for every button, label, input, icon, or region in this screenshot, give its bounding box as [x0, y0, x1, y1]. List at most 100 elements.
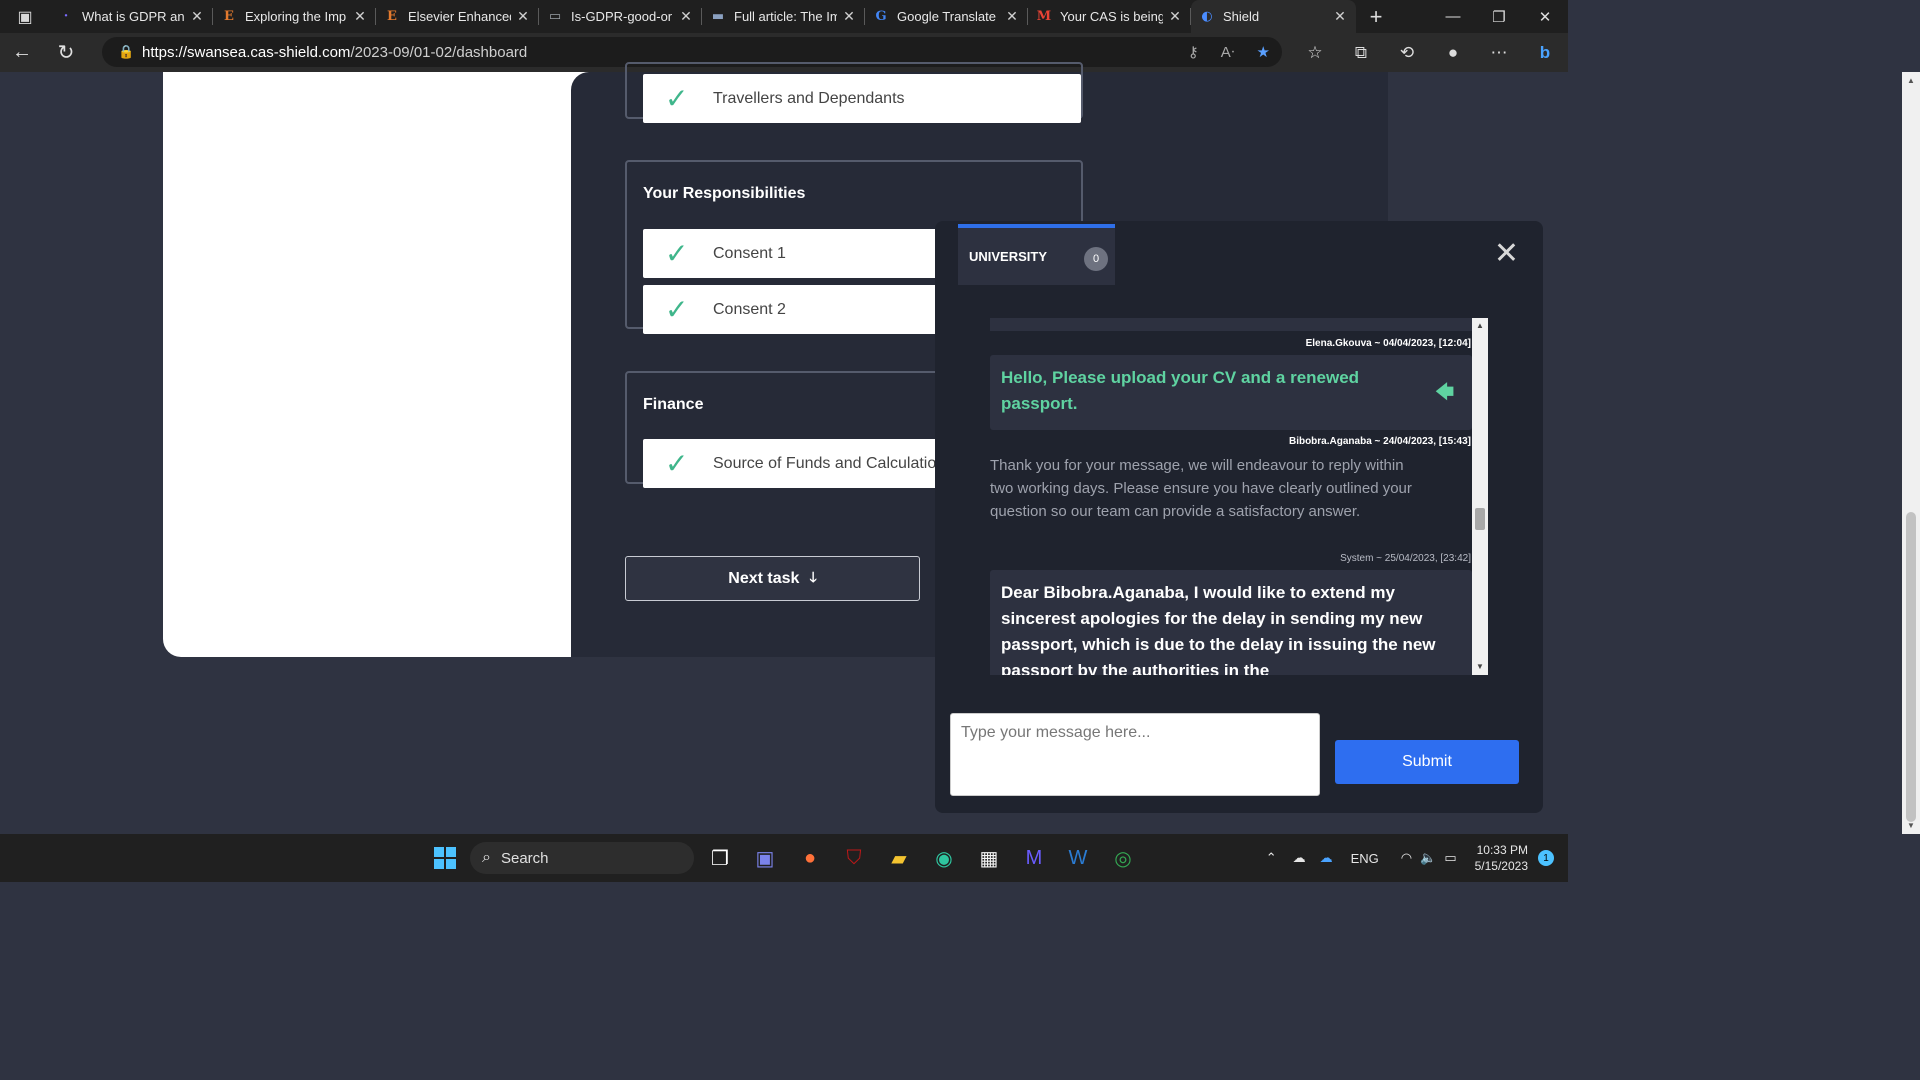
message-input[interactable] — [950, 713, 1320, 796]
left-white-panel — [163, 72, 603, 657]
favorite-star-icon[interactable]: ★ — [1257, 43, 1270, 61]
mcafee-icon[interactable]: ⛉ — [840, 844, 868, 872]
windows-taskbar: ⌕ Search ❐ ▣ ● ⛉ ▰ ◉ ▦ M W ◎ ⌃ ☁ ☁ ENG ◠… — [0, 834, 1568, 882]
onedrive-icon[interactable]: ☁ — [1293, 850, 1306, 866]
more-menu-icon[interactable]: ⋯ — [1476, 33, 1522, 72]
browser-tab[interactable]: · What is GDPR and ✕ — [50, 0, 213, 33]
tab-close-icon[interactable]: ✕ — [678, 8, 694, 25]
next-task-button[interactable]: Next task 🡓 — [625, 556, 920, 601]
task-label: Consent 1 — [713, 244, 786, 262]
tab-close-icon[interactable]: ✕ — [841, 8, 857, 25]
toolbar-right: ☆ ⧉ ⟲ ● ⋯ b — [1292, 33, 1568, 72]
scroll-up-icon[interactable]: ▲ — [1472, 318, 1488, 334]
browser-tab[interactable]: ▬ Full article: The Im ✕ — [702, 0, 865, 33]
browser-tab-active[interactable]: ◐ Shield ✕ — [1191, 0, 1356, 33]
scroll-thumb[interactable] — [1906, 512, 1916, 822]
bing-copilot-icon[interactable]: b — [1522, 33, 1568, 72]
tray-overflow-icon[interactable]: ⌃ — [1266, 850, 1277, 866]
new-tab-icon[interactable]: + — [1356, 0, 1396, 33]
task-view-icon[interactable]: ❐ — [706, 844, 734, 872]
volume-icon[interactable]: 🔈 — [1420, 850, 1436, 866]
microsoft-store-icon[interactable]: ▦ — [975, 844, 1003, 872]
windows-start-icon[interactable] — [431, 844, 459, 872]
message-meta: Elena.Gkouva ~ 04/04/2023, [12:04] — [1305, 338, 1471, 349]
chrome-icon[interactable]: ◎ — [1109, 844, 1137, 872]
tab-favicon-icon: G — [875, 9, 887, 24]
chat-widget: UNIVERSITY 0 ✕ Elena.Gkouva ~ 04/04/2023… — [935, 221, 1543, 813]
tab-close-icon[interactable]: ✕ — [1332, 8, 1348, 25]
refresh-icon[interactable]: ↻ — [44, 33, 88, 72]
window-close-icon[interactable]: ✕ — [1522, 0, 1568, 33]
checkmark-icon: ✓ — [665, 82, 689, 114]
teams-chat-icon[interactable]: ▣ — [751, 844, 779, 872]
scroll-down-icon[interactable]: ▼ — [1472, 659, 1488, 675]
clock[interactable]: 10:33 PM 5/15/2023 — [1475, 842, 1528, 874]
tab-favicon-icon: ▭ — [548, 9, 562, 24]
tab-close-icon[interactable]: ✕ — [352, 8, 368, 25]
history-icon[interactable]: ⟲ — [1384, 33, 1430, 72]
message-meta: Bibobra.Aganaba ~ 24/04/2023, [15:43] — [1288, 436, 1471, 447]
tab-title: Your CAS is being — [1060, 9, 1163, 24]
browser-tab[interactable]: ▭ Is-GDPR-good-or ✕ — [539, 0, 702, 33]
tab-title: Elsevier Enhanced — [408, 9, 511, 24]
group-title: Your Responsibilities — [643, 185, 806, 202]
tab-close-icon[interactable]: ✕ — [1004, 8, 1020, 25]
reply-arrow-icon[interactable]: 🡄 — [1435, 379, 1454, 405]
task-item[interactable]: ✓ Travellers and Dependants — [643, 74, 1081, 123]
arrow-down-icon: 🡓 — [809, 568, 817, 585]
scroll-thumb[interactable] — [1475, 508, 1485, 530]
tab-title: Google Translate — [897, 9, 997, 24]
tab-favicon-icon: E — [387, 9, 397, 24]
profile-avatar-icon[interactable]: ● — [1430, 33, 1476, 72]
collections-icon[interactable]: ⧉ — [1338, 33, 1384, 72]
search-icon: ⌕ — [482, 849, 491, 866]
back-icon[interactable]: ← — [0, 33, 44, 72]
browser-tab[interactable]: G Google Translate ✕ — [865, 0, 1028, 33]
wifi-icon[interactable]: ◠ — [1401, 850, 1412, 866]
windows-logo-icon — [434, 847, 456, 869]
url-actions: ⚷ Aᐧ ★ — [1188, 43, 1270, 61]
system-tray: ⌃ ☁ ☁ ENG ◠ 🔈 ▭ 10:33 PM 5/15/2023 1 — [1266, 834, 1568, 882]
chat-close-icon[interactable]: ✕ — [1494, 239, 1519, 269]
read-aloud-icon[interactable]: Aᐧ — [1221, 43, 1235, 61]
battery-icon[interactable]: ▭ — [1444, 850, 1456, 866]
checkmark-icon: ✓ — [665, 447, 689, 479]
edge-icon[interactable]: ◉ — [930, 844, 958, 872]
tab-close-icon[interactable]: ✕ — [189, 8, 205, 25]
next-task-label: Next task — [728, 569, 800, 587]
minimize-icon[interactable]: — — [1430, 0, 1476, 33]
tab-close-icon[interactable]: ✕ — [1167, 8, 1183, 25]
mathtype-icon[interactable]: M — [1020, 844, 1048, 872]
restore-icon[interactable]: ❐ — [1476, 0, 1522, 33]
browser-tab[interactable]: E Elsevier Enhanced ✕ — [376, 0, 539, 33]
file-explorer-icon[interactable]: ▰ — [885, 844, 913, 872]
taskbar-search[interactable]: ⌕ Search — [470, 842, 694, 874]
group-title: Finance — [643, 396, 704, 413]
scroll-down-icon[interactable]: ▼ — [1902, 821, 1920, 830]
tab-actions-icon[interactable]: ▣ — [0, 0, 50, 33]
message-text: Dear Bibobra.Aganaba, I would like to ex… — [1001, 583, 1436, 675]
submit-button[interactable]: Submit — [1335, 740, 1519, 784]
word-icon[interactable]: W — [1064, 844, 1092, 872]
language-indicator[interactable]: ENG — [1351, 851, 1379, 866]
onedrive-blue-icon[interactable]: ☁ — [1320, 850, 1333, 866]
key-icon[interactable]: ⚷ — [1188, 43, 1199, 61]
tab-favicon-icon: E — [224, 9, 234, 24]
chat-tab-university[interactable]: UNIVERSITY 0 — [958, 224, 1115, 285]
url-host: https://swansea.cas-shield.com — [142, 43, 351, 61]
window-controls: — ❐ ✕ — [1430, 0, 1568, 33]
firefox-icon[interactable]: ● — [796, 844, 824, 872]
favorites-icon[interactable]: ☆ — [1292, 33, 1338, 72]
unread-badge: 0 — [1084, 247, 1108, 271]
browser-tab[interactable]: E Exploring the Imp ✕ — [213, 0, 376, 33]
notification-badge[interactable]: 1 — [1538, 850, 1554, 866]
browser-tab[interactable]: M Your CAS is being ✕ — [1028, 0, 1191, 33]
chat-scrollbar[interactable]: ▲ ▼ — [1472, 318, 1488, 675]
lock-icon: 🔒 — [118, 44, 135, 59]
tab-favicon-icon: · — [63, 9, 69, 24]
tab-favicon-icon: M — [1036, 9, 1052, 24]
scroll-up-icon[interactable]: ▲ — [1902, 76, 1920, 85]
page-scrollbar[interactable]: ▲ ▼ — [1902, 72, 1920, 834]
task-label: Consent 2 — [713, 300, 786, 318]
tab-close-icon[interactable]: ✕ — [515, 8, 531, 25]
